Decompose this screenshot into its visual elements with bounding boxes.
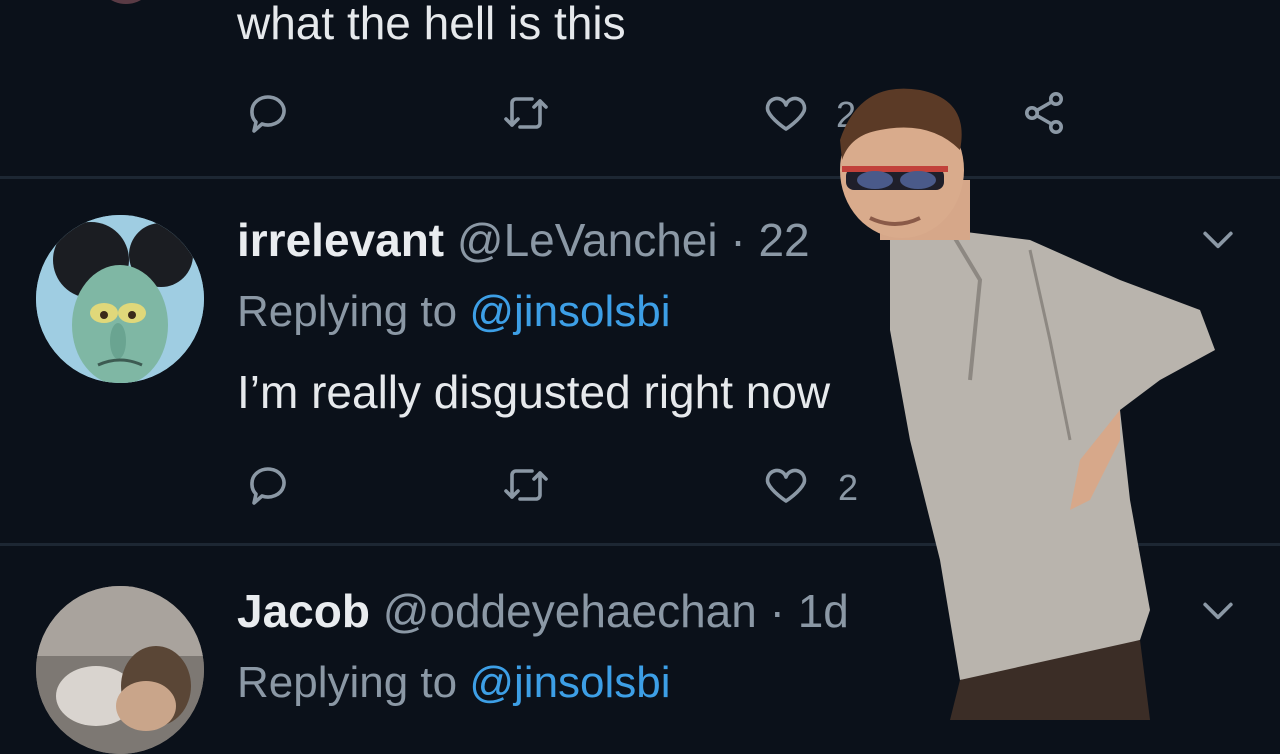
avatar[interactable] [36, 586, 204, 754]
avatar[interactable] [36, 215, 204, 383]
avatar-top-edge[interactable] [96, 0, 156, 4]
replying-to: Replying to @jinsolsbi [237, 287, 671, 337]
reply-icon [250, 95, 286, 133]
reply-icon [250, 467, 286, 505]
mention-link[interactable]: @jinsolsbi [469, 287, 670, 336]
avatar-image [36, 215, 204, 383]
display-name[interactable]: Jacob [237, 585, 370, 637]
reply-button[interactable] [240, 457, 296, 513]
reply-button[interactable] [240, 85, 296, 141]
timestamp: · 22 [717, 214, 810, 266]
like-icon [765, 96, 807, 131]
like-button[interactable] [758, 85, 814, 141]
replying-to: Replying to @jinsolsbi [237, 658, 671, 708]
tweet-body: what the hell is this [237, 0, 626, 49]
tweet-header: Jacob @oddeyehaechan · 1d [237, 584, 849, 638]
replying-prefix: Replying to [237, 658, 470, 707]
retweet-icon [504, 97, 548, 129]
retweet-button[interactable] [498, 457, 554, 513]
tweet-body: I’m really disgusted right now [237, 366, 831, 418]
retweet-icon [504, 469, 548, 501]
mention-link[interactable]: @jinsolsbi [469, 658, 670, 707]
like-button[interactable] [758, 457, 814, 513]
avatar-image [36, 586, 204, 754]
retweet-button[interactable] [498, 85, 554, 141]
replying-prefix: Replying to [237, 287, 470, 336]
person-cutout-image [840, 88, 1215, 720]
user-handle[interactable]: @oddeyehaechan [383, 585, 757, 637]
display-name[interactable]: irrelevant [237, 214, 444, 266]
tweet-header: irrelevant @LeVanchei · 22 [237, 213, 810, 267]
user-handle[interactable]: @LeVanchei [457, 214, 718, 266]
like-icon [765, 468, 807, 503]
